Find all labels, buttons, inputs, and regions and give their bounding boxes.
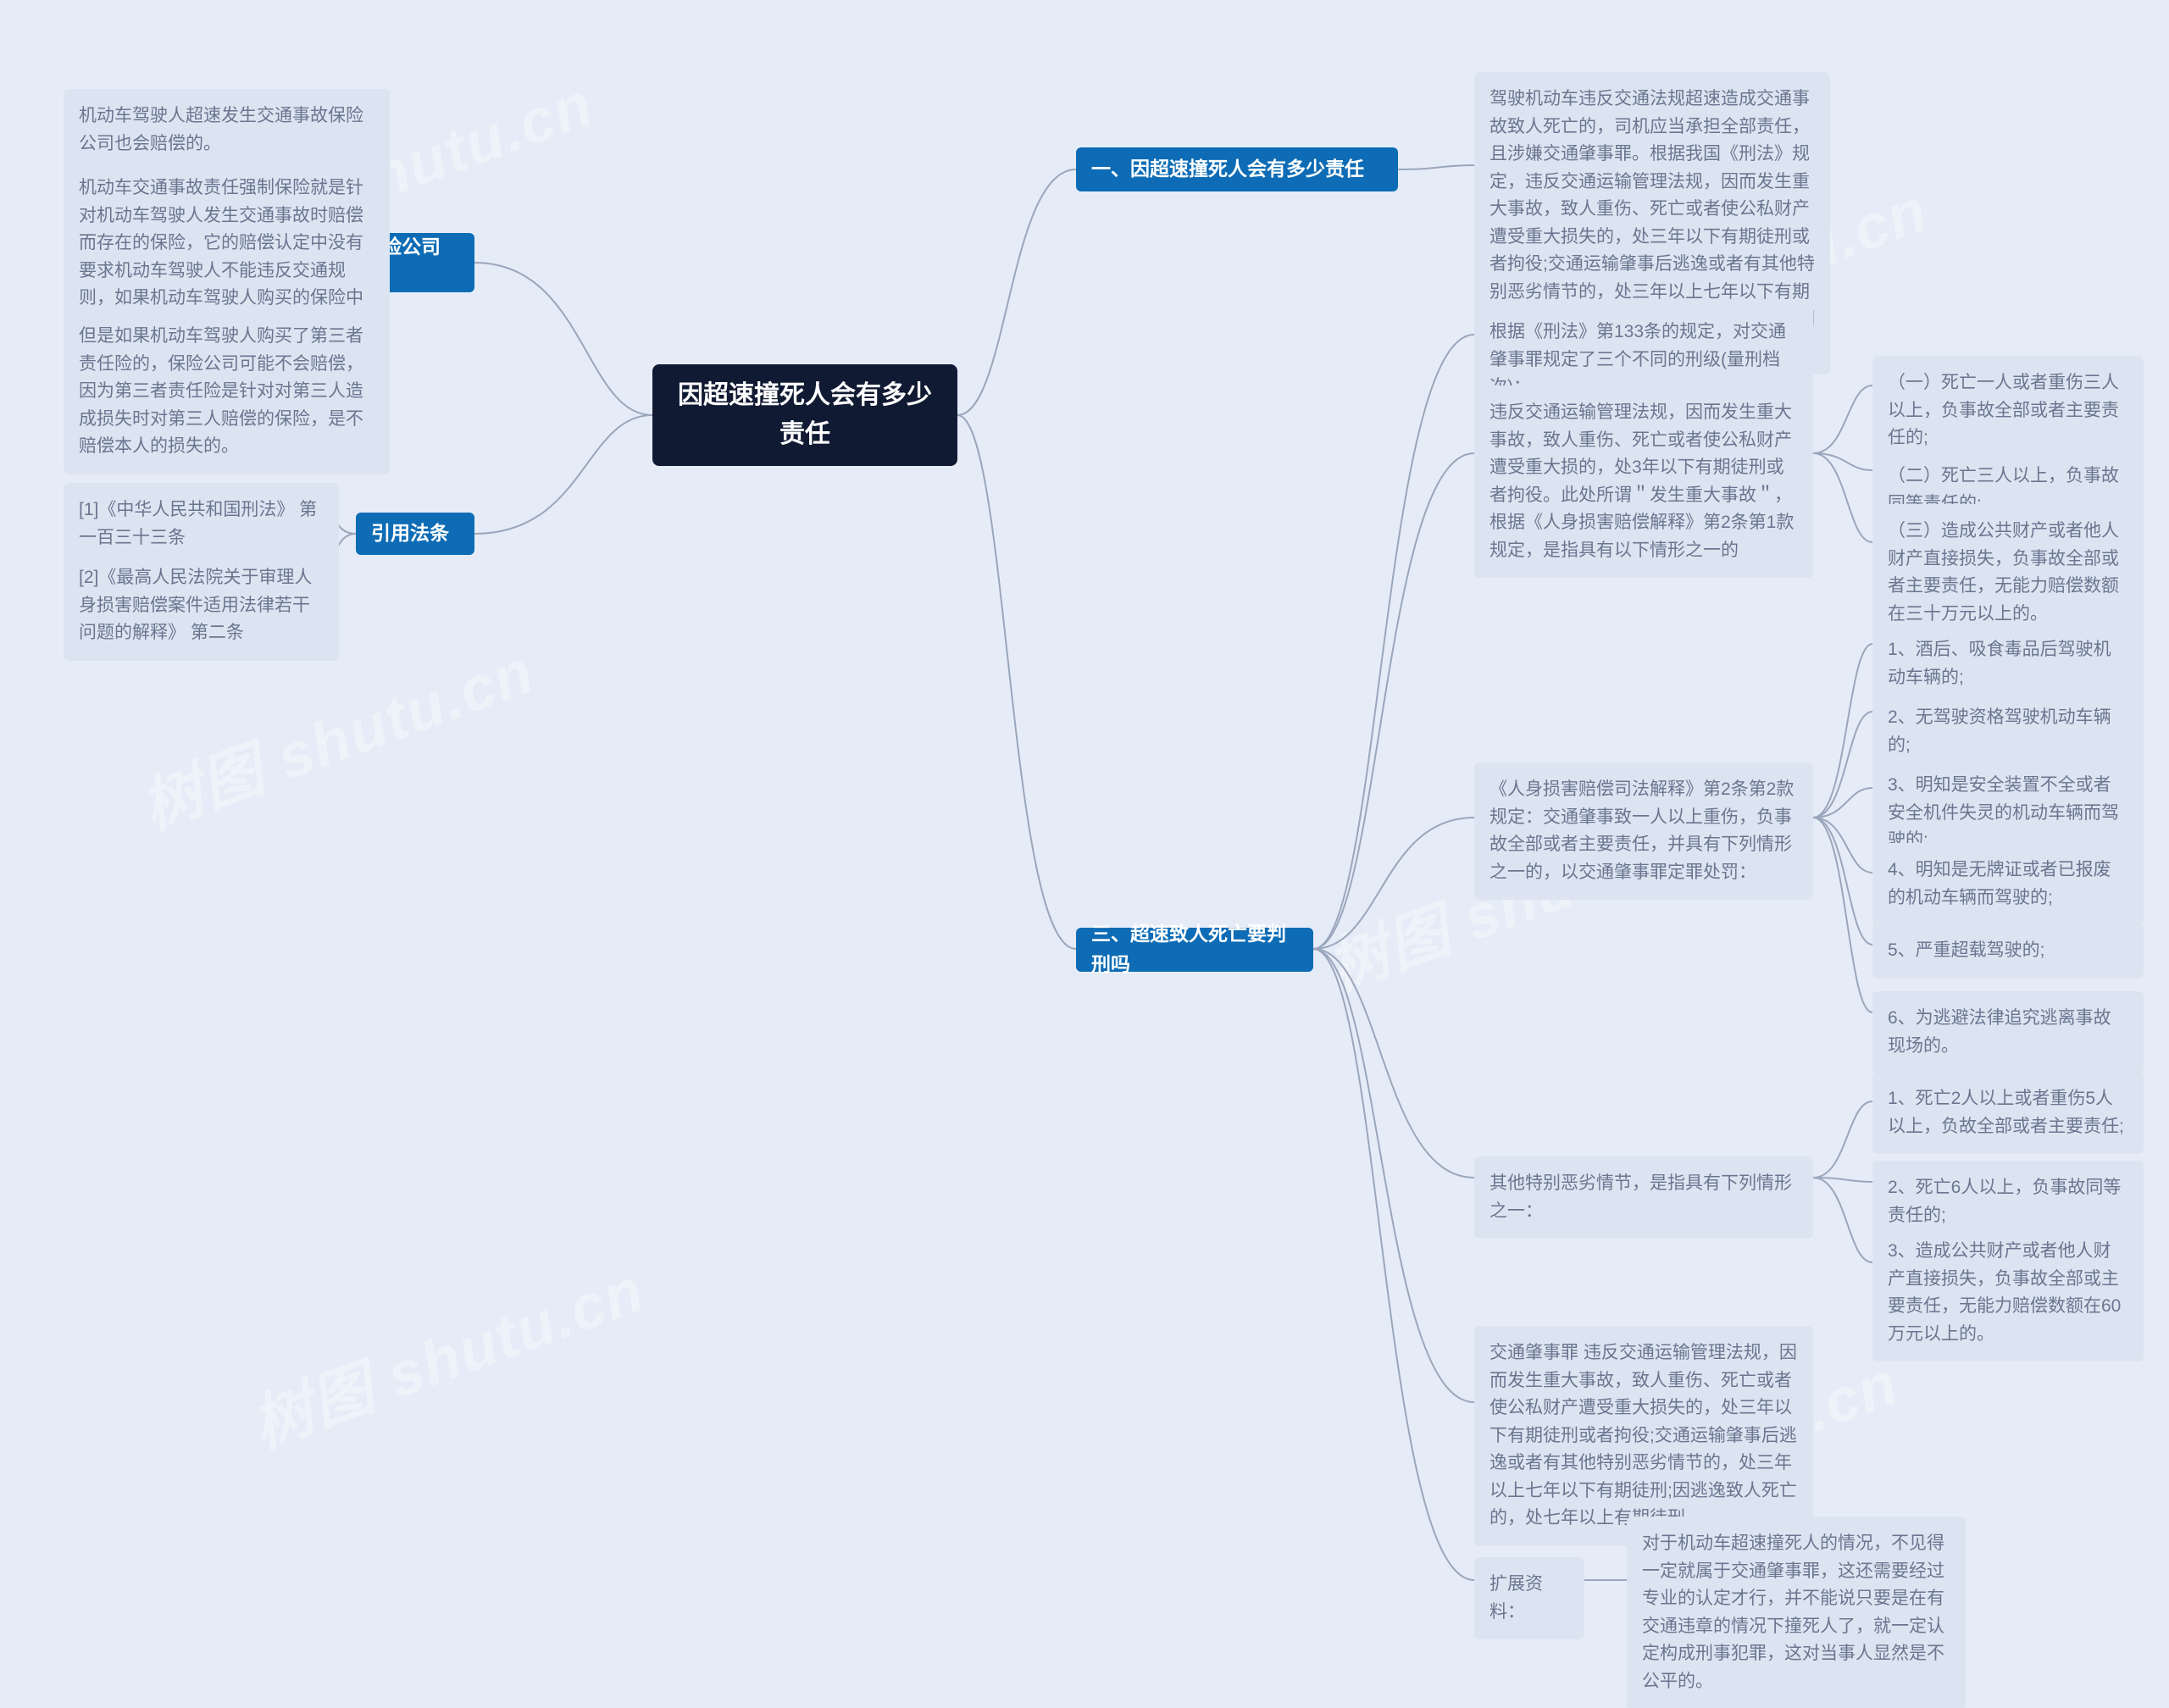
section-3b-item-4: 4、明知是无牌证或者已报废的机动车辆而驾驶的;	[1872, 843, 2144, 925]
mindmap-canvas: 树图 shutu.cn 树图 shutu.cn 树图 shutu.cn 树图 s…	[0, 0, 2169, 1708]
section-2-item-3: 但是如果机动车驾驶人购买了第三者责任险的，保险公司可能不会赔偿，因为第三者责任险…	[64, 309, 390, 474]
section-3e-text: 对于机动车超速撞死人的情况，不见得一定就属于交通肇事罪，这还需要经过专业的认定才…	[1627, 1517, 1966, 1708]
section-3-title[interactable]: 三、超速致人死亡要判刑吗	[1076, 928, 1313, 972]
section-2-item-1: 机动车驾驶人超速发生交通事故保险公司也会赔偿的。	[64, 89, 390, 171]
section-3b-intro: 《人身损害赔偿司法解释》第2条第2款规定：交通肇事致一人以上重伤，负事故全部或者…	[1474, 762, 1813, 900]
section-3b-item-6: 6、为逃避法律追究逃离事故现场的。	[1872, 991, 2144, 1073]
section-3c-intro: 其他特别恶劣情节，是指具有下列情形之一：	[1474, 1156, 1813, 1239]
section-3d-text: 交通肇事罪 违反交通运输管理法规，因而发生重大事故，致人重伤、死亡或者使公私财产…	[1474, 1326, 1813, 1546]
section-3b-item-5: 5、严重超载驾驶的;	[1872, 923, 2144, 979]
section-4-item-2: [2]《最高人民法院关于审理人身损害赔偿案件适用法律若干问题的解释》 第二条	[64, 551, 339, 661]
section-3c-item-3: 3、造成公共财产或者他人财产直接损失，负事故全部或主要责任，无能力赔偿数额在60…	[1872, 1224, 2144, 1361]
watermark: 树图 shutu.cn	[237, 1240, 655, 1465]
root-node[interactable]: 因超速撞死人会有多少责任	[652, 364, 957, 466]
section-3c-item-1: 1、死亡2人以上或者重伤5人以上，负故全部或者主要责任;	[1872, 1072, 2144, 1154]
section-4-title[interactable]: 引用法条	[356, 513, 474, 555]
section-3a-item-3: （三）造成公共财产或者他人财产直接损失，负事故全部或者主要责任，无能力赔偿数额在…	[1872, 504, 2144, 641]
section-3a-rule: 违反交通运输管理法规，因而发生重大事故，致人重伤、死亡或者使公私财产遭受重大损的…	[1474, 385, 1813, 578]
section-1-title[interactable]: 一、因超速撞死人会有多少责任	[1076, 147, 1398, 191]
section-3e-label: 扩展资料：	[1474, 1557, 1584, 1639]
